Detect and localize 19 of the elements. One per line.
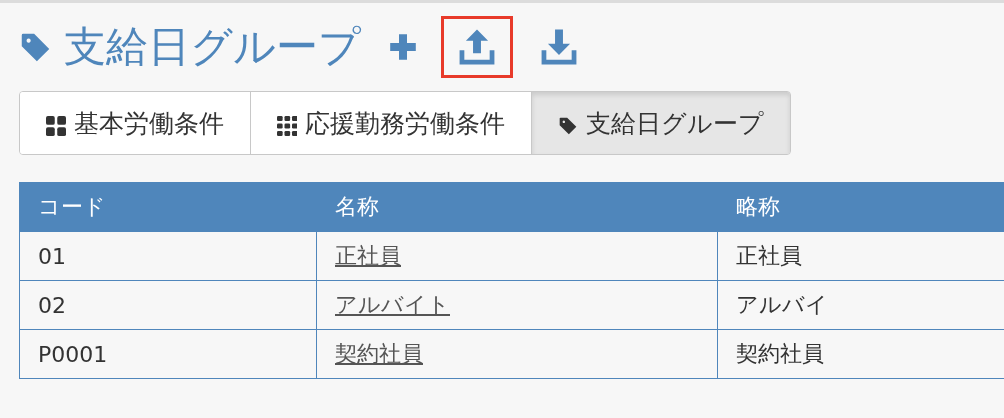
name-link[interactable]: アルバイト <box>335 292 450 317</box>
table-cell: 01 <box>19 231 317 281</box>
name-link[interactable]: 契約社員 <box>335 341 423 366</box>
name-link[interactable]: 正社員 <box>335 243 401 268</box>
table-cell: 02 <box>19 280 317 330</box>
download-icon <box>540 28 578 66</box>
tab[interactable]: 応援勤務労働条件 <box>251 92 532 154</box>
plus-icon <box>387 31 419 63</box>
upload-button[interactable] <box>441 16 513 78</box>
table-cell: P0001 <box>19 329 317 379</box>
tab[interactable]: 支給日グループ <box>532 92 790 154</box>
page-title: 支給日グループ <box>64 21 361 73</box>
tab[interactable]: 基本労働条件 <box>20 92 251 154</box>
column-header: コード <box>19 182 317 232</box>
upload-icon <box>458 28 496 66</box>
grid-icon <box>46 113 66 133</box>
grid-icon <box>277 113 297 133</box>
column-header: 略称 <box>717 182 1004 232</box>
column-header: 名称 <box>316 182 718 232</box>
